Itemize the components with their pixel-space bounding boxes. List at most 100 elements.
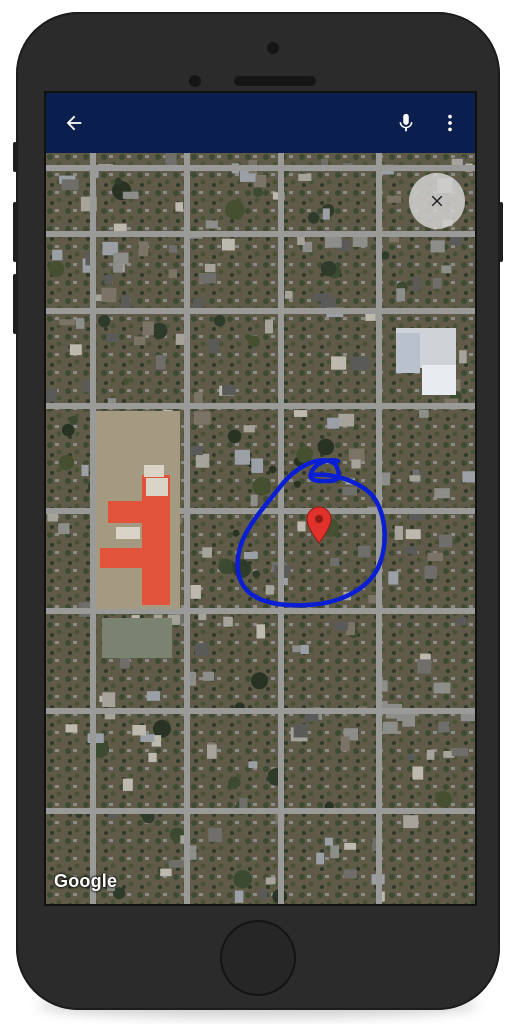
house-roof: [330, 845, 340, 859]
house-roof: [433, 682, 451, 694]
close-map-button[interactable]: [409, 173, 465, 229]
tree: [122, 378, 130, 385]
house-roof: [61, 179, 79, 191]
power-button: [499, 202, 503, 262]
house-roof: [432, 278, 442, 289]
street-horizontal: [46, 231, 475, 237]
street-horizontal: [46, 708, 475, 714]
house-roof: [382, 721, 398, 734]
voice-search-button[interactable]: [390, 107, 422, 139]
house-roof: [403, 815, 419, 829]
tree: [252, 570, 261, 578]
house-roof: [104, 274, 113, 285]
house-roof: [348, 448, 365, 461]
house-roof: [59, 319, 76, 326]
tree: [317, 438, 335, 456]
house-roof: [81, 464, 89, 476]
house-roof: [413, 277, 421, 292]
house-roof: [412, 766, 424, 780]
house-roof: [343, 869, 357, 879]
home-button[interactable]: [220, 920, 296, 996]
house-roof: [312, 293, 330, 302]
satellite-imagery: [46, 153, 475, 904]
house-roof: [334, 621, 349, 631]
tree: [114, 177, 122, 185]
tree: [68, 415, 79, 425]
back-button[interactable]: [58, 107, 90, 139]
house-roof: [462, 471, 475, 483]
house-roof: [350, 356, 368, 368]
house-roof: [244, 552, 258, 559]
house-roof: [358, 545, 371, 558]
house-roof: [122, 778, 133, 791]
house-roof: [265, 585, 274, 595]
house-roof: [456, 616, 467, 626]
house-roof: [69, 344, 82, 356]
house-roof: [134, 336, 146, 346]
street-vertical: [90, 153, 96, 904]
house-roof: [190, 585, 201, 599]
house-roof: [138, 241, 149, 257]
house-roof: [234, 890, 244, 903]
house-roof: [204, 263, 216, 273]
house-roof: [424, 565, 437, 579]
house-roof: [426, 749, 435, 760]
house-roof: [386, 195, 402, 203]
tree: [228, 776, 241, 789]
house-roof: [330, 558, 340, 567]
house-roof: [155, 355, 166, 370]
map-attribution: Google: [54, 871, 118, 891]
house-roof: [293, 724, 308, 738]
house-roof: [142, 321, 154, 336]
tree: [214, 314, 226, 327]
street-horizontal: [46, 308, 475, 314]
sports-field: [102, 618, 172, 658]
house-roof: [160, 868, 172, 877]
house-roof: [223, 616, 233, 627]
house-roof: [316, 852, 325, 865]
house-roof: [340, 736, 350, 752]
proximity-sensor: [189, 75, 201, 87]
house-roof: [195, 643, 208, 657]
tree: [268, 465, 277, 474]
more-options-button[interactable]: [434, 107, 466, 139]
tree: [98, 314, 111, 328]
house-roof: [168, 269, 177, 278]
house-roof: [256, 624, 265, 639]
phone-screen: Google: [44, 91, 477, 906]
house-roof: [253, 174, 267, 188]
house-roof: [459, 350, 467, 364]
tree: [307, 212, 320, 224]
house-roof: [297, 521, 306, 532]
house-roof: [248, 761, 258, 768]
house-roof: [265, 877, 276, 885]
house-roof: [331, 356, 347, 370]
house-roof: [132, 725, 146, 736]
house-roof: [394, 525, 403, 540]
street-horizontal: [46, 165, 475, 171]
house-roof: [344, 842, 356, 850]
street-vertical: [278, 153, 284, 904]
house-roof: [298, 173, 312, 181]
house-roof: [259, 889, 268, 900]
satellite-map[interactable]: Google: [46, 153, 475, 904]
house-roof: [327, 417, 340, 429]
house-roof: [338, 413, 355, 427]
tree: [225, 199, 245, 220]
house-roof: [300, 644, 309, 654]
tree: [380, 251, 390, 260]
house-roof: [65, 724, 78, 733]
house-roof: [441, 265, 452, 274]
house-roof: [146, 691, 161, 701]
house-roof: [451, 748, 468, 757]
house-roof: [102, 692, 116, 707]
house-roof: [293, 410, 308, 417]
house-roof: [285, 291, 293, 299]
house-roof: [205, 220, 218, 229]
house-roof: [46, 388, 57, 402]
house-roof: [199, 273, 216, 284]
mute-switch: [13, 142, 17, 172]
house-roof: [324, 837, 333, 846]
house-roof: [243, 425, 255, 433]
tree: [227, 429, 242, 444]
